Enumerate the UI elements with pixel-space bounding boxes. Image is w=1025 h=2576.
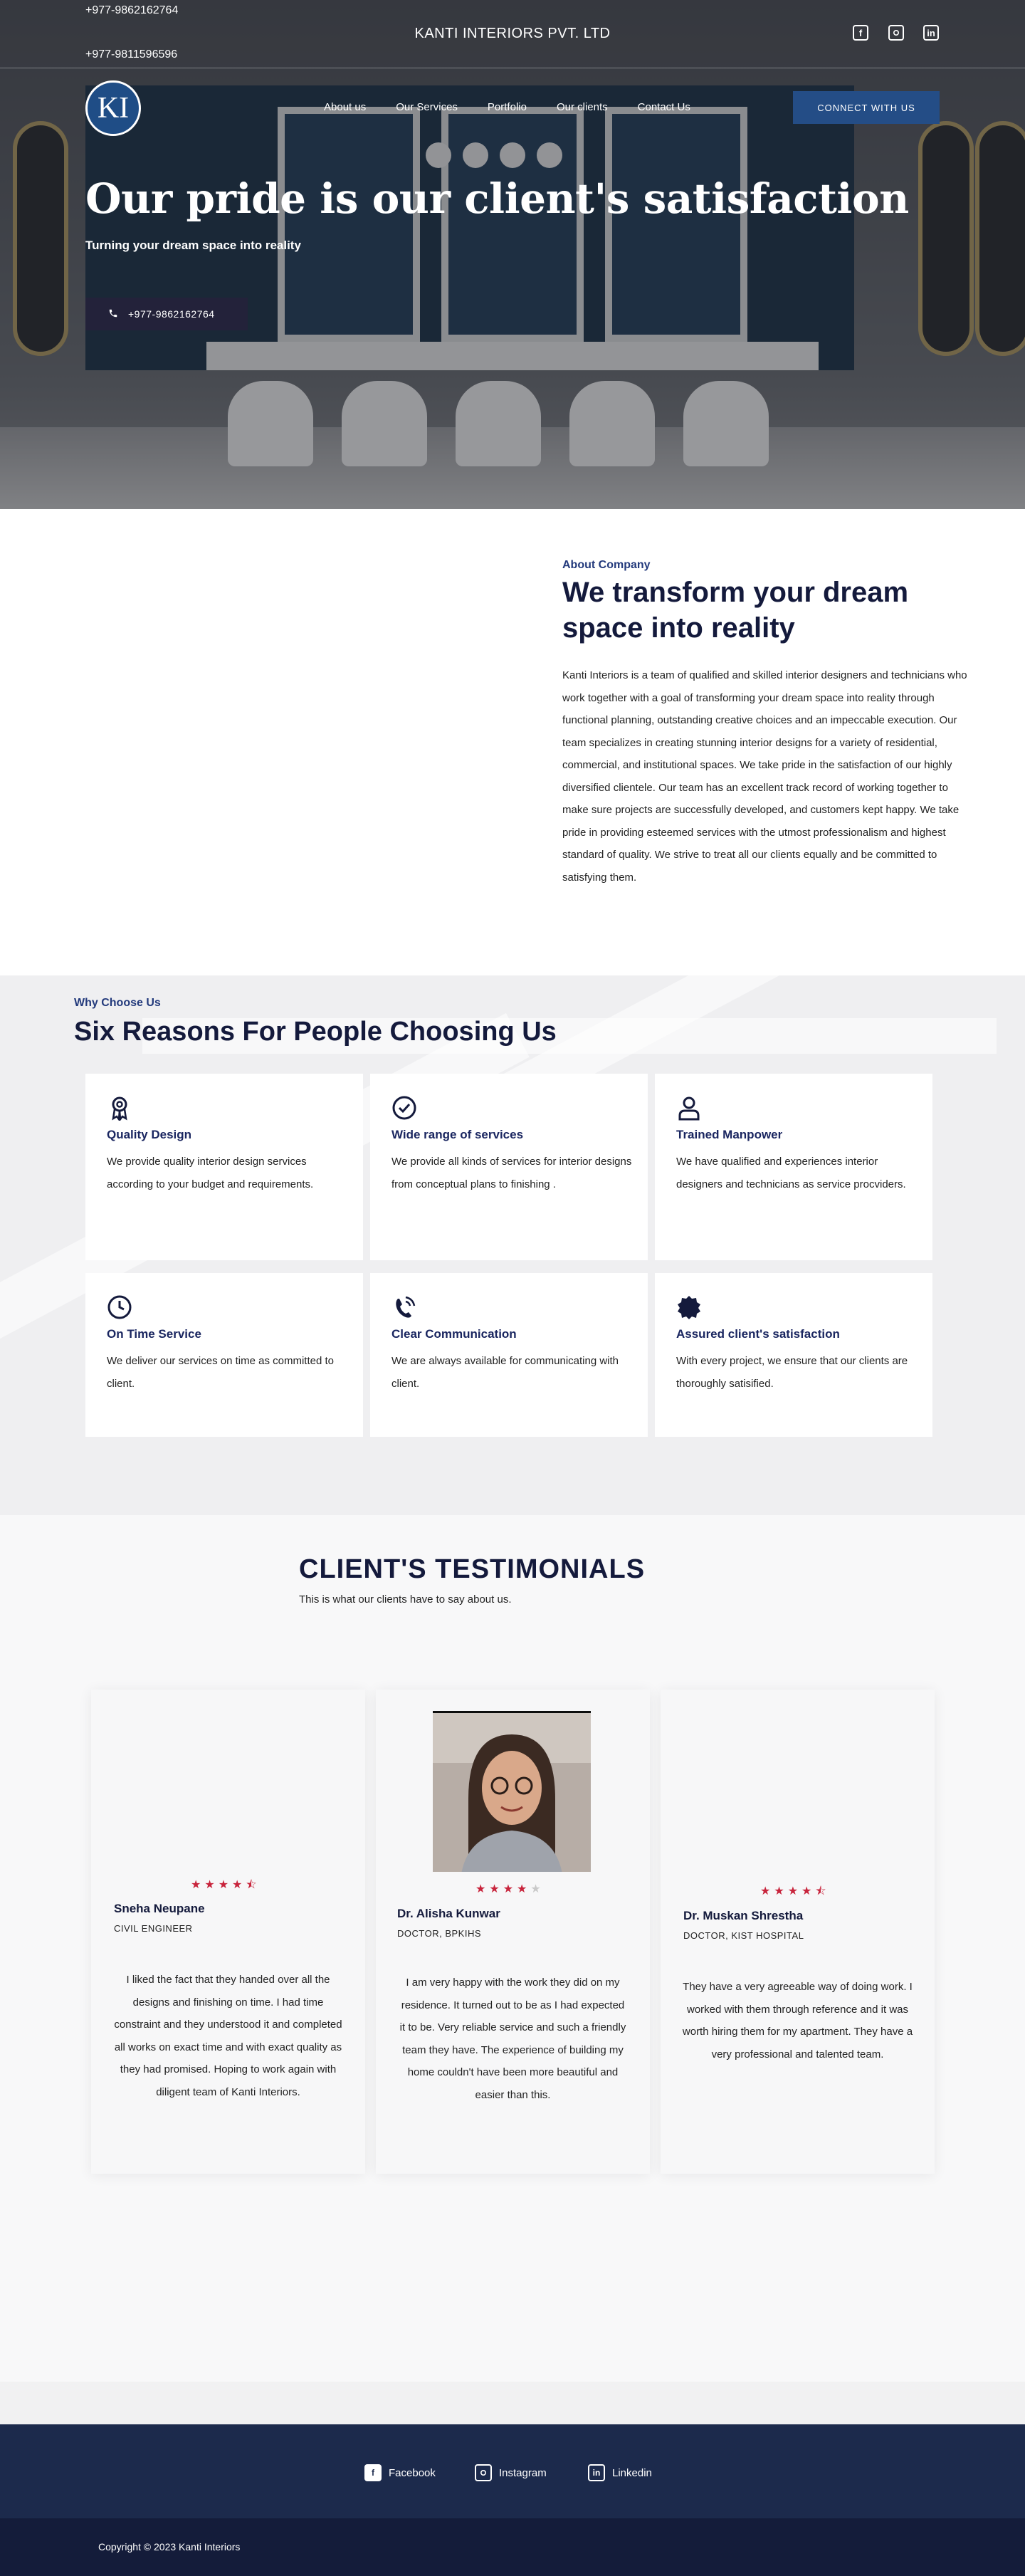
badge-seal-icon (676, 1294, 705, 1323)
testimonial-quote: I am very happy with the work they did o… (399, 1976, 626, 2101)
reason-card: Clear Communication We are always availa… (370, 1273, 648, 1437)
reason-text: We deliver our services on time as commi… (107, 1355, 335, 1390)
avatar (433, 1711, 591, 1872)
testimonials-heading: CLIENT'S TESTIMONIALS (299, 1554, 646, 1584)
hero-phone-label: +977-9862162764 (128, 308, 215, 320)
reason-card: Assured client's satisfaction With every… (655, 1273, 932, 1437)
testimonial-card: ★★★★★ Dr. Alisha Kunwar DOCTOR, BPKIHS I… (376, 1690, 650, 2174)
footer-link-linkedin[interactable]: in Linkedin (588, 2464, 652, 2481)
clock-icon (107, 1294, 135, 1323)
phone-icon (108, 308, 118, 320)
testimonial-name: Dr. Alisha Kunwar (397, 1907, 500, 1920)
linkedin-icon[interactable]: in (923, 25, 939, 41)
brand-title: KANTI INTERIORS PVT. LTD (414, 26, 611, 41)
footer-link-label: Instagram (499, 2466, 547, 2479)
reasons-eyebrow: Why Choose Us (74, 997, 161, 1009)
rating-stars: ★★★★⯪ (191, 1879, 261, 1891)
footer-link-facebook[interactable]: f Facebook (364, 2464, 436, 2481)
reason-card: Wide range of services We provide all ki… (370, 1074, 648, 1260)
nav-item-our-services[interactable]: Our Services (396, 101, 458, 113)
reason-card: Trained Manpower We have qualified and e… (655, 1074, 932, 1260)
nav-item-our-clients[interactable]: Our clients (557, 101, 608, 113)
nav-item-about-us[interactable]: About us (324, 101, 366, 113)
person-icon (676, 1095, 705, 1124)
testimonial-role: DOCTOR, BPKIHS (397, 1928, 482, 1939)
section-divider-strip (0, 2382, 1025, 2424)
reason-title: On Time Service (107, 1327, 201, 1341)
footer-link-label: Facebook (389, 2466, 436, 2479)
main-nav: About us Our Services Portfolio Our clie… (324, 101, 720, 113)
instagram-icon (475, 2464, 492, 2481)
reason-title: Trained Manpower (676, 1128, 783, 1141)
reason-title: Wide range of services (391, 1128, 524, 1141)
about-section: About Company We transform your dream sp… (0, 509, 1025, 975)
reason-text: We have qualified and experiences interi… (676, 1156, 906, 1190)
phone-ringing-icon (391, 1294, 420, 1323)
reason-title: Quality Design (107, 1128, 192, 1141)
hero-phone-button[interactable]: +977-9862162764 (85, 298, 248, 330)
about-eyebrow: About Company (562, 559, 651, 571)
award-ribbon-icon (107, 1095, 135, 1124)
copyright-text: Copyright © 2023 Kanti Interiors (98, 2541, 241, 2553)
rating-stars: ★★★★⯪ (760, 1885, 830, 1897)
testimonials-section: CLIENT'S TESTIMONIALS This is what our c… (0, 1515, 1025, 2382)
testimonial-name: Dr. Muskan Shrestha (683, 1909, 804, 1922)
reason-card: On Time Service We deliver our services … (85, 1273, 363, 1437)
hero-heading: Our pride is our client's satisfaction (85, 174, 909, 223)
testimonial-quote: I liked the fact that they handed over a… (114, 1974, 342, 2098)
reason-text: With every project, we ensure that our c… (676, 1355, 908, 1390)
hero-subheading: Turning your dream space into reality (85, 239, 301, 252)
nav-item-portfolio[interactable]: Portfolio (488, 101, 527, 113)
rating-stars-filled: ★★★★ (475, 1883, 531, 1895)
testimonial-card: ★★★★⯪ Sneha Neupane CIVIL ENGINEER I lik… (91, 1690, 365, 2174)
rating-stars: ★★★★★ (475, 1882, 545, 1896)
rating-stars-empty: ★ (530, 1883, 545, 1895)
reasons-section: Why Choose Us Six Reasons For People Cho… (0, 975, 1025, 1515)
testimonial-quote: They have a very agreeable way of doing … (682, 1981, 913, 2061)
top-phone-1[interactable]: +977-9862162764 (85, 4, 178, 17)
about-heading: We transform your dream space into reali… (562, 577, 909, 644)
reason-text: We provide all kinds of services for int… (391, 1156, 632, 1190)
check-circle-icon (391, 1095, 420, 1124)
copyright-bar: Copyright © 2023 Kanti Interiors (0, 2518, 1025, 2576)
connect-with-us-button[interactable]: CONNECT WITH US (793, 91, 940, 124)
top-phone-2[interactable]: +977-9811596596 (85, 48, 177, 61)
testimonial-name: Sneha Neupane (114, 1902, 205, 1915)
company-logo[interactable]: KI (85, 80, 141, 136)
reason-title: Clear Communication (391, 1327, 517, 1341)
reason-title: Assured client's satisfaction (676, 1327, 840, 1341)
footer-link-instagram[interactable]: Instagram (475, 2464, 547, 2481)
testimonial-role: DOCTOR, KIST HOSPITAL (683, 1930, 804, 1941)
hero-section: +977-9862162764 +977-9811596596 KANTI IN… (0, 0, 1025, 509)
reason-card: Quality Design We provide quality interi… (85, 1074, 363, 1260)
reason-text: We provide quality interior design servi… (107, 1156, 314, 1190)
footer-link-label: Linkedin (612, 2466, 652, 2479)
facebook-icon: f (364, 2464, 382, 2481)
footer: f Facebook Instagram in Linkedin (0, 2424, 1025, 2518)
linkedin-icon: in (588, 2464, 605, 2481)
reasons-heading: Six Reasons For People Choosing Us (74, 1017, 557, 1047)
nav-item-contact-us[interactable]: Contact Us (638, 101, 690, 113)
testimonial-card: ★★★★⯪ Dr. Muskan Shrestha DOCTOR, KIST H… (661, 1690, 935, 2174)
instagram-icon[interactable] (888, 25, 904, 41)
testimonials-subheading: This is what our clients have to say abo… (299, 1593, 512, 1606)
top-bar: +977-9862162764 +977-9811596596 KANTI IN… (0, 0, 1025, 68)
testimonial-role: CIVIL ENGINEER (114, 1923, 193, 1934)
about-text: Kanti Interiors is a team of qualified a… (562, 669, 967, 884)
reason-text: We are always available for communicatin… (391, 1355, 619, 1390)
facebook-icon[interactable]: f (853, 25, 868, 41)
hero-dark-overlay (0, 0, 1025, 509)
